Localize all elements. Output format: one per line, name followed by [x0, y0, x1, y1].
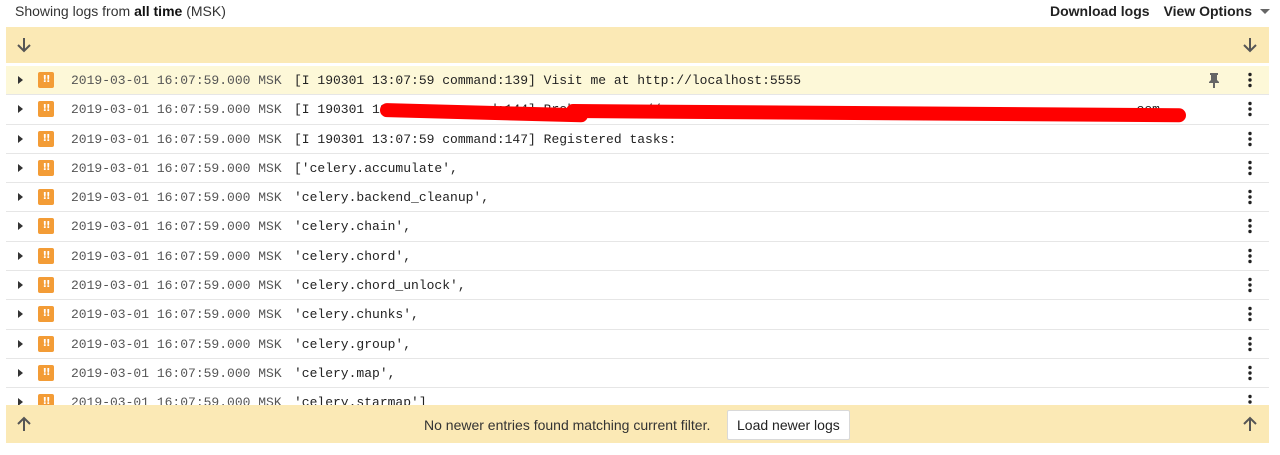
log-timestamp: 2019-03-01 16:07:59.000 MSK [71, 190, 282, 206]
severity-warning-icon [38, 277, 54, 294]
severity-warning-icon [38, 130, 54, 147]
log-timestamp: 2019-03-01 16:07:59.000 MSK [71, 219, 282, 235]
log-entry-row[interactable]: 2019-03-01 16:07:59.000 MSK [I 190301 13:… [6, 66, 1269, 96]
view-options-dropdown[interactable]: View Options [1164, 3, 1270, 19]
log-entry-row[interactable]: 2019-03-01 16:07:59.000 MSK 'celery.group… [6, 329, 1269, 359]
showing-timezone: (MSK) [182, 3, 226, 19]
more-vert-icon[interactable] [1241, 159, 1259, 177]
redaction-mark [565, 104, 1187, 123]
more-vert-icon[interactable] [1241, 335, 1259, 353]
log-entry-row[interactable]: 2019-03-01 16:07:59.000 MSK ['celery.accu… [6, 153, 1269, 184]
view-options-label: View Options [1163, 3, 1252, 19]
log-timestamp: 2019-03-01 16:07:59.000 MSK [71, 160, 282, 176]
chevron-down-icon [1260, 8, 1270, 14]
more-vert-icon[interactable] [1241, 100, 1259, 118]
severity-warning-icon [38, 189, 54, 206]
arrow-up-icon[interactable] [14, 414, 34, 434]
arrow-down-icon[interactable] [14, 35, 34, 55]
log-entry-row[interactable]: 2019-03-01 16:07:59.000 MSK[I 190301 13:… [6, 95, 1269, 125]
log-timestamp: 2019-03-01 16:07:59.000 MSK [71, 73, 282, 88]
load-newer-logs-button[interactable]: Load newer logs [727, 410, 850, 440]
severity-warning-icon [38, 364, 54, 381]
no-newer-entries-message: No newer entries found matching current … [424, 417, 711, 433]
pin-icon[interactable] [1205, 71, 1223, 89]
expand-arrow-icon[interactable] [18, 310, 23, 319]
log-timestamp: 2019-03-01 16:07:59.000 MSK [71, 102, 282, 118]
more-vert-icon[interactable] [1241, 364, 1259, 382]
log-entries-list: 2019-03-01 16:07:59.000 MSK [I 190301 13:… [6, 66, 1269, 418]
more-vert-icon[interactable] [1241, 276, 1259, 294]
more-vert-icon[interactable] [1241, 188, 1259, 206]
severity-warning-icon [38, 218, 54, 235]
time-range-summary: Showing logs from all time (MSK) [15, 3, 226, 19]
log-entry-row[interactable]: 2019-03-01 16:07:59.000 MSK 'celery.chord… [6, 271, 1269, 301]
severity-warning-icon [38, 101, 54, 118]
expand-arrow-icon[interactable] [18, 134, 23, 143]
severity-warning-icon [38, 335, 54, 352]
more-vert-icon[interactable] [1241, 247, 1259, 265]
log-timestamp: 2019-03-01 16:07:59.000 MSK [71, 365, 282, 381]
more-vert-icon[interactable] [1241, 130, 1259, 148]
more-vert-icon[interactable] [1241, 305, 1259, 323]
showing-range: all time [134, 3, 183, 19]
expand-arrow-icon[interactable] [18, 193, 23, 202]
log-timestamp: 2019-03-01 16:07:59.000 MSK [71, 278, 282, 294]
log-timestamp: 2019-03-01 16:07:59.000 MSK [71, 248, 282, 264]
log-message[interactable]: 'celery.chain', [294, 219, 411, 234]
log-message[interactable]: [I 190301 13:07:59 command:139] Visit me… [294, 73, 801, 88]
expand-arrow-icon[interactable] [18, 368, 23, 377]
newer-logs-band: No newer entries found matching current … [6, 405, 1269, 443]
log-message[interactable]: 'celery.chord', [294, 249, 411, 264]
log-message[interactable]: 'celery.group', [294, 337, 411, 352]
log-message[interactable]: 'celery.backend_cleanup', [294, 190, 489, 205]
severity-warning-icon [38, 159, 54, 176]
log-message[interactable]: ['celery.accumulate', [294, 161, 458, 176]
log-entry-row[interactable]: 2019-03-01 16:07:59.000 MSK 'celery.map', [6, 358, 1269, 389]
severity-warning-icon [38, 247, 54, 264]
showing-prefix: Showing logs from [15, 3, 135, 19]
log-entry-row[interactable]: 2019-03-01 16:07:59.000 MSK 'celery.chunk… [6, 300, 1269, 330]
expand-arrow-icon[interactable] [18, 251, 23, 260]
log-entry-row[interactable]: 2019-03-01 16:07:59.000 MSK [I 190301 13:… [6, 124, 1269, 154]
log-timestamp: 2019-03-01 16:07:59.000 MSK [71, 336, 282, 352]
log-message[interactable]: 'celery.chunks', [294, 307, 419, 322]
arrow-up-icon[interactable] [1240, 414, 1260, 434]
log-timestamp: 2019-03-01 16:07:59.000 MSK [71, 131, 282, 147]
log-toolbar: Showing logs from all time (MSK) Downloa… [0, 0, 1280, 24]
download-logs-button[interactable]: Download logs [1050, 3, 1150, 19]
log-message[interactable]: 'celery.chord_unlock', [294, 278, 466, 293]
severity-warning-icon [38, 306, 54, 323]
expand-arrow-icon[interactable] [18, 222, 23, 231]
arrow-down-icon[interactable] [1240, 35, 1260, 55]
log-message[interactable]: 'celery.map', [294, 366, 395, 381]
log-entry-row[interactable]: 2019-03-01 16:07:59.000 MSK 'celery.backe… [6, 183, 1269, 213]
log-entry-row[interactable]: 2019-03-01 16:07:59.000 MSK 'celery.chord… [6, 241, 1269, 272]
older-logs-band [6, 27, 1269, 63]
severity-warning-icon [38, 72, 54, 88]
more-vert-icon[interactable] [1241, 71, 1259, 89]
expand-arrow-icon[interactable] [18, 339, 23, 348]
expand-arrow-icon[interactable] [18, 105, 23, 114]
more-vert-icon[interactable] [1241, 217, 1259, 235]
expand-arrow-icon[interactable] [18, 281, 23, 290]
expand-arrow-icon[interactable] [18, 76, 23, 84]
expand-arrow-icon[interactable] [18, 163, 23, 172]
log-timestamp: 2019-03-01 16:07:59.000 MSK [71, 307, 282, 323]
log-message[interactable]: [I 190301 13:07:59 command:147] Register… [294, 132, 676, 147]
log-entry-row[interactable]: 2019-03-01 16:07:59.000 MSK 'celery.chain… [6, 212, 1269, 242]
